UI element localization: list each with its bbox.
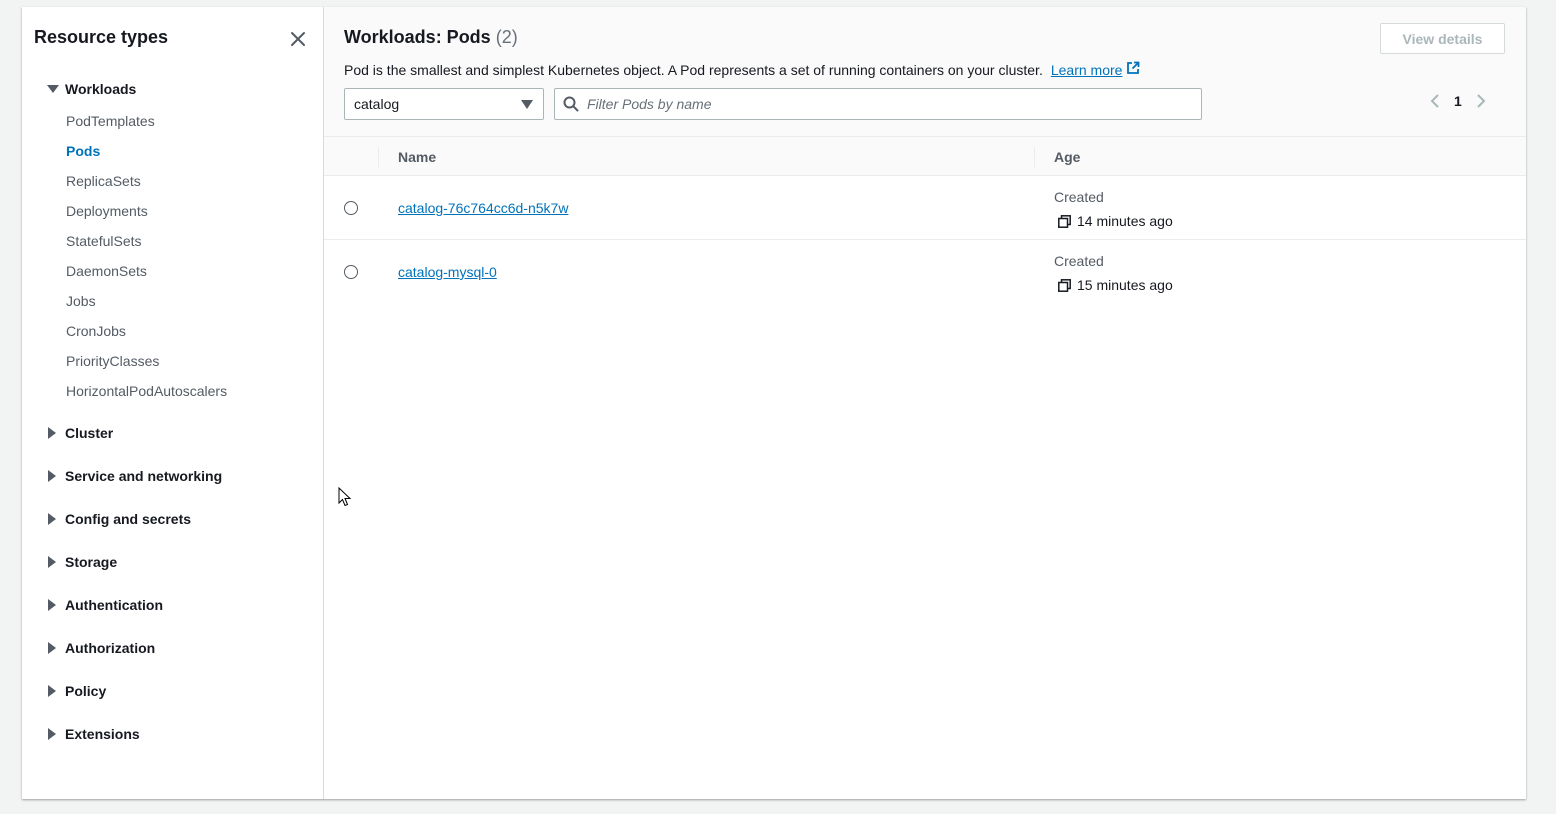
sidebar-item-podtemplates[interactable]: PodTemplates: [66, 113, 155, 129]
caret-down-icon: [521, 100, 533, 109]
sidebar-item-pods[interactable]: Pods: [66, 143, 100, 159]
chevron-right-icon[interactable]: [1476, 93, 1486, 109]
sidebar-item-daemonsets[interactable]: DaemonSets: [66, 263, 147, 279]
learn-more-link[interactable]: Learn more: [1051, 61, 1141, 78]
table-row: catalog-76c764cc6d-n5k7w Created 14 minu…: [324, 176, 1526, 240]
copy-icon: [1058, 214, 1071, 228]
pod-name-link[interactable]: catalog-76c764cc6d-n5k7w: [398, 200, 568, 216]
description-text: Pod is the smallest and simplest Kuberne…: [344, 61, 1043, 78]
group-label: Authorization: [65, 640, 156, 656]
copy-icon: [1058, 278, 1071, 292]
sidebar-item-statefulsets[interactable]: StatefulSets: [66, 233, 142, 249]
sidebar-group-cluster[interactable]: Cluster: [46, 425, 113, 441]
age-value: 15 minutes ago: [1058, 277, 1173, 293]
namespace-select[interactable]: catalog: [344, 88, 544, 120]
sidebar-item-replicasets[interactable]: ReplicaSets: [66, 173, 141, 189]
close-icon[interactable]: [288, 29, 308, 49]
search-input[interactable]: [587, 96, 1201, 112]
view-details-button[interactable]: View details: [1380, 23, 1505, 54]
sidebar-group-policy[interactable]: Policy: [46, 683, 106, 699]
column-header-name[interactable]: Name: [398, 149, 436, 165]
sidebar-group-authorization[interactable]: Authorization: [46, 640, 155, 656]
current-page[interactable]: 1: [1454, 93, 1462, 109]
caret-right-icon: [46, 427, 65, 439]
caret-right-icon: [46, 685, 65, 697]
caret-right-icon: [46, 599, 65, 611]
filter-pods-search[interactable]: [554, 88, 1202, 120]
page-title-text: Workloads: Pods: [344, 27, 491, 47]
group-label: Authentication: [65, 597, 163, 613]
sidebar-item-jobs[interactable]: Jobs: [66, 293, 96, 309]
row-select-radio[interactable]: [344, 201, 358, 215]
main-content: Workloads: Pods (2) View details Pod is …: [324, 7, 1526, 799]
sidebar-group-service-networking[interactable]: Service and networking: [46, 468, 222, 484]
group-label: Service and networking: [65, 468, 223, 484]
group-label: Storage: [65, 554, 118, 570]
resource-browser-panel: Resource types Workloads PodTemplates Po…: [22, 7, 1526, 799]
caret-right-icon: [46, 513, 65, 525]
table-column-headers: Name Age: [324, 137, 1526, 176]
sidebar-group-storage[interactable]: Storage: [46, 554, 117, 570]
group-label: Extensions: [65, 726, 140, 742]
age-text: 14 minutes ago: [1077, 213, 1173, 229]
pod-count: (2): [495, 27, 518, 47]
caret-down-icon: [46, 83, 65, 95]
group-label: Cluster: [65, 425, 114, 441]
sidebar-item-horizontalpodautoscalers[interactable]: HorizontalPodAutoscalers: [66, 383, 227, 399]
sidebar-title: Resource types: [34, 27, 169, 47]
caret-right-icon: [46, 642, 65, 654]
table-header-panel: Workloads: Pods (2) View details Pod is …: [324, 7, 1526, 137]
caret-right-icon: [46, 728, 65, 740]
sidebar-group-extensions[interactable]: Extensions: [46, 726, 140, 742]
table-row: catalog-mysql-0 Created 15 minutes ago: [324, 240, 1526, 304]
pod-name-link[interactable]: catalog-mysql-0: [398, 264, 497, 280]
group-label: Config and secrets: [65, 511, 192, 527]
group-label: Policy: [65, 683, 107, 699]
sidebar-group-authentication[interactable]: Authentication: [46, 597, 163, 613]
mouse-pointer-icon: [338, 486, 352, 512]
age-label: Created: [1054, 253, 1104, 269]
age-label: Created: [1054, 189, 1104, 205]
sidebar-item-deployments[interactable]: Deployments: [66, 203, 148, 219]
namespace-value: catalog: [354, 96, 400, 112]
sidebar-item-priorityclasses[interactable]: PriorityClasses: [66, 353, 159, 369]
group-label: Workloads: [65, 81, 137, 97]
age-value: 14 minutes ago: [1058, 213, 1173, 229]
column-divider: [378, 147, 379, 167]
row-select-radio[interactable]: [344, 265, 358, 279]
sidebar-group-workloads[interactable]: Workloads: [46, 81, 136, 97]
pagination: 1: [1430, 93, 1486, 109]
learn-more-label: Learn more: [1050, 61, 1123, 78]
search-icon: [555, 96, 587, 112]
page-description: Pod is the smallest and simplest Kuberne…: [344, 61, 1140, 78]
chevron-left-icon[interactable]: [1430, 93, 1440, 109]
caret-right-icon: [46, 556, 65, 568]
resource-types-sidebar: Resource types Workloads PodTemplates Po…: [22, 7, 324, 799]
age-text: 15 minutes ago: [1077, 277, 1173, 293]
caret-right-icon: [46, 470, 65, 482]
page-title: Workloads: Pods (2): [344, 27, 518, 48]
sidebar-item-cronjobs[interactable]: CronJobs: [66, 323, 126, 339]
column-header-age[interactable]: Age: [1054, 149, 1080, 165]
column-divider: [1034, 147, 1035, 167]
sidebar-group-config-secrets[interactable]: Config and secrets: [46, 511, 191, 527]
external-link-icon: [1126, 61, 1140, 78]
